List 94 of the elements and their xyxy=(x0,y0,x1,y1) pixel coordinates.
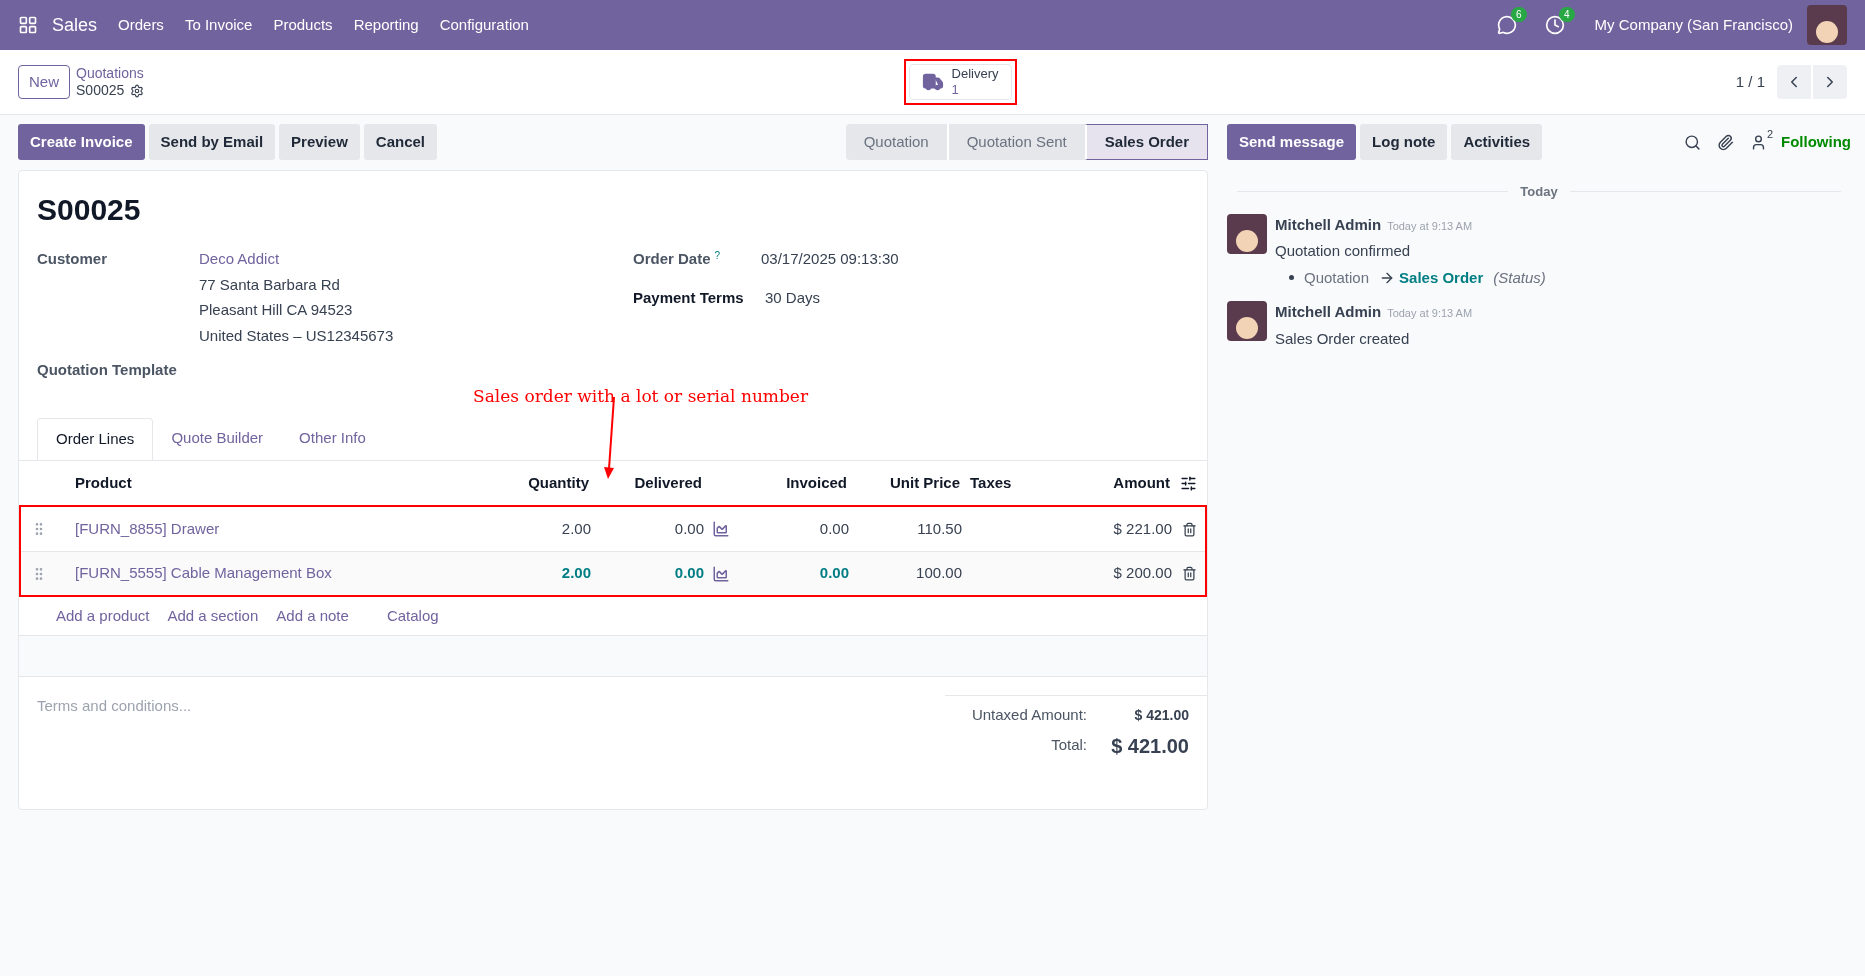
status-step[interactable]: Quotation xyxy=(845,124,947,160)
apps-menu-icon[interactable] xyxy=(18,15,38,35)
field-name: (Status) xyxy=(1493,267,1546,288)
column-header[interactable]: Delivered xyxy=(589,471,702,495)
record-name: S00025 xyxy=(76,82,125,100)
delivery-smart-button[interactable]: Delivery 1 xyxy=(908,64,1012,100)
amount-cell-text: $ 221.00 xyxy=(1112,518,1172,539)
column-settings-icon[interactable] xyxy=(1180,474,1197,492)
new-value: Sales Order xyxy=(1399,267,1484,288)
untaxed-value: $ 421.00 xyxy=(1133,705,1189,725)
add-line-link[interactable]: Add a section xyxy=(167,604,259,628)
order-line-row[interactable]: [FURN_8855] Drawer 2.00 0.00 0.00 110.50 $ 221.00 xyxy=(21,507,1205,551)
unit-price-cell-text: 110.50 xyxy=(916,518,962,539)
avatar xyxy=(1807,5,1847,45)
amount-cell-text: $ 200.00 xyxy=(1112,563,1172,584)
search-icon[interactable] xyxy=(1683,133,1701,151)
help-tooltip-mark[interactable]: ? xyxy=(714,248,721,263)
delivered-cell-text: 0.00 xyxy=(673,563,704,584)
record-title: S00025 xyxy=(37,192,142,228)
message-time: Today at 9:13 AM xyxy=(1387,306,1473,321)
message-author: Mitchell Admin xyxy=(1275,302,1382,322)
order-line-row[interactable]: [FURN_5555] Cable Management Box 2.00 0.00 0.00 100.00 $ 200.00 xyxy=(21,551,1205,595)
breadcrumb-link[interactable]: Quotations xyxy=(76,64,145,82)
column-header[interactable]: Product xyxy=(75,471,477,495)
column-header[interactable]: Unit Price xyxy=(847,471,960,495)
column-header[interactable]: Invoiced xyxy=(737,471,847,495)
field-label: Customer xyxy=(37,249,108,269)
product-cell-text: [FURN_8855] Drawer xyxy=(75,518,221,539)
chatter-button[interactable]: Log note xyxy=(1360,124,1448,160)
unit-price-cell-text: 100.00 xyxy=(915,563,962,584)
quantity-cell-text: 2.00 xyxy=(560,518,591,539)
action-button[interactable]: Send by Email xyxy=(148,124,276,160)
add-line-link[interactable]: Add a note xyxy=(276,604,349,628)
form-tab[interactable]: Quote Builder xyxy=(153,417,282,460)
old-value: Quotation xyxy=(1304,267,1370,288)
paperclip-icon[interactable] xyxy=(1716,133,1734,151)
add-line-link[interactable]: Catalog xyxy=(386,604,439,628)
following-button[interactable]: Following xyxy=(1781,130,1851,154)
messages-icon[interactable] xyxy=(1496,15,1517,35)
column-header[interactable]: Quantity xyxy=(477,471,589,495)
messages-count: 6 xyxy=(1511,7,1527,22)
avatar xyxy=(1227,213,1267,254)
action-button[interactable]: Create Invoice xyxy=(18,124,145,160)
company-switcher[interactable]: My Company (San Francisco) xyxy=(1594,13,1793,37)
address-line: 77 Santa Barbara Rd xyxy=(199,274,341,295)
settings-icon[interactable] xyxy=(130,83,145,98)
menu-item[interactable]: Products xyxy=(273,13,333,37)
form-tab[interactable]: Order Lines xyxy=(37,418,154,461)
address-line: Pleasant Hill CA 94523 xyxy=(199,300,354,320)
add-line-link[interactable]: Add a product xyxy=(56,604,150,628)
new-button[interactable]: New xyxy=(18,65,70,99)
customer-link[interactable]: Deco Addict xyxy=(199,248,394,271)
address-line: United States – US12345673 xyxy=(199,325,394,346)
chatter-button[interactable]: Send message xyxy=(1227,124,1357,160)
delivered-cell-text: 0.00 xyxy=(673,518,704,539)
payment-terms-value: 30 Days xyxy=(765,287,821,308)
menu-item[interactable]: To Invoice xyxy=(184,13,253,37)
column-header[interactable]: Amount xyxy=(1060,471,1170,495)
product-cell-text: [FURN_5555] Cable Management Box xyxy=(75,563,333,584)
action-button[interactable]: Preview xyxy=(279,124,360,160)
pager-value: 1 / 1 xyxy=(1735,71,1765,92)
status-step[interactable]: Quotation Sent xyxy=(946,124,1085,160)
activities-icon[interactable] xyxy=(1544,15,1565,35)
message-body: Sales Order created xyxy=(1275,328,1411,349)
field-label: Order Date xyxy=(633,249,711,269)
menu-item[interactable]: Orders xyxy=(118,13,164,37)
invoiced-cell-text: 0.00 xyxy=(818,518,849,539)
truck-icon xyxy=(921,71,944,93)
form-tab[interactable]: Other Info xyxy=(281,417,384,460)
quantity-cell-text: 2.00 xyxy=(560,563,591,584)
action-button[interactable]: Cancel xyxy=(363,124,437,160)
avatar xyxy=(1227,301,1267,341)
total-value: $ 421.00 xyxy=(1110,733,1189,759)
order-date-value: 03/17/2025 09:13:30 xyxy=(761,249,899,269)
invoiced-cell-text: 0.00 xyxy=(818,563,849,584)
column-header[interactable]: Taxes xyxy=(960,471,1060,495)
chatter-button[interactable]: Activities xyxy=(1451,124,1543,160)
delete-icon[interactable] xyxy=(1182,566,1197,581)
menu-item[interactable]: Configuration xyxy=(439,13,529,37)
message-author: Mitchell Admin xyxy=(1275,214,1382,235)
app-name[interactable]: Sales xyxy=(52,11,98,39)
field-label: Quotation Template xyxy=(37,360,177,380)
followers-count: 2 xyxy=(1766,127,1773,142)
delete-icon[interactable] xyxy=(1182,521,1197,537)
field-label: Payment Terms xyxy=(633,287,745,308)
message-time: Today at 9:13 AM xyxy=(1387,218,1473,234)
date-separator: Today xyxy=(1519,183,1559,201)
untaxed-label: Untaxed Amount: xyxy=(971,705,1087,725)
message-body: Quotation confirmed xyxy=(1275,241,1412,261)
menu-item[interactable]: Reporting xyxy=(353,13,419,37)
total-label: Total: xyxy=(1051,735,1087,756)
activities-count: 4 xyxy=(1559,7,1575,22)
status-step[interactable]: Sales Order xyxy=(1084,124,1208,160)
annotation-text: Sales order with a lot or serial number xyxy=(473,385,809,406)
